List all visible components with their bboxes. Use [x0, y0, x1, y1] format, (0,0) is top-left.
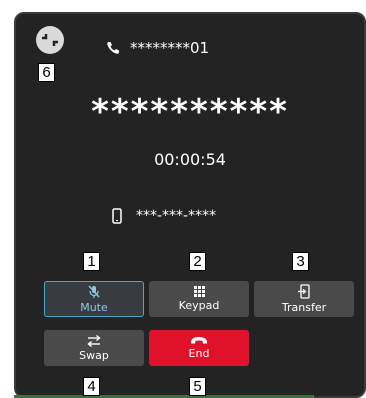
phone-handset-icon — [107, 42, 119, 54]
microphone-off-icon — [88, 285, 100, 298]
contact-name: ********** — [91, 92, 289, 132]
phone-number-row: ***-***-**** — [112, 206, 216, 226]
hang-up-icon — [191, 337, 207, 344]
minimize-button[interactable] — [36, 26, 64, 54]
keypad-grid-icon — [193, 286, 205, 297]
call-screen: ********01 ********** 00:00:54 ***-***-*… — [14, 12, 366, 398]
callout-4: 4 — [83, 377, 100, 396]
callout-5: 5 — [189, 377, 206, 396]
callout-1: 1 — [83, 252, 100, 271]
caller-id: ********01 — [130, 39, 210, 57]
swap-arrows-icon — [87, 334, 101, 347]
caller-id-row: ********01 — [106, 38, 209, 58]
minimize-icon — [42, 34, 58, 46]
mobile-phone-icon — [112, 208, 122, 224]
end-label: End — [188, 347, 210, 360]
callout-2: 2 — [189, 252, 206, 271]
swap-button[interactable]: Swap — [44, 330, 144, 366]
transfer-button[interactable]: Transfer — [254, 281, 354, 317]
transfer-label: Transfer — [281, 301, 327, 314]
phone-number: ***-***-**** — [136, 208, 217, 224]
mute-button[interactable]: Mute — [44, 281, 144, 317]
keypad-label: Keypad — [178, 299, 220, 312]
transfer-icon — [298, 284, 310, 299]
callout-3: 3 — [292, 252, 309, 271]
end-call-button[interactable]: End — [149, 330, 249, 366]
swap-label: Swap — [79, 348, 109, 362]
keypad-button[interactable]: Keypad — [149, 281, 249, 317]
call-duration: 00:00:54 — [154, 150, 226, 169]
callout-6: 6 — [38, 63, 55, 82]
mute-label: Mute — [80, 300, 108, 314]
